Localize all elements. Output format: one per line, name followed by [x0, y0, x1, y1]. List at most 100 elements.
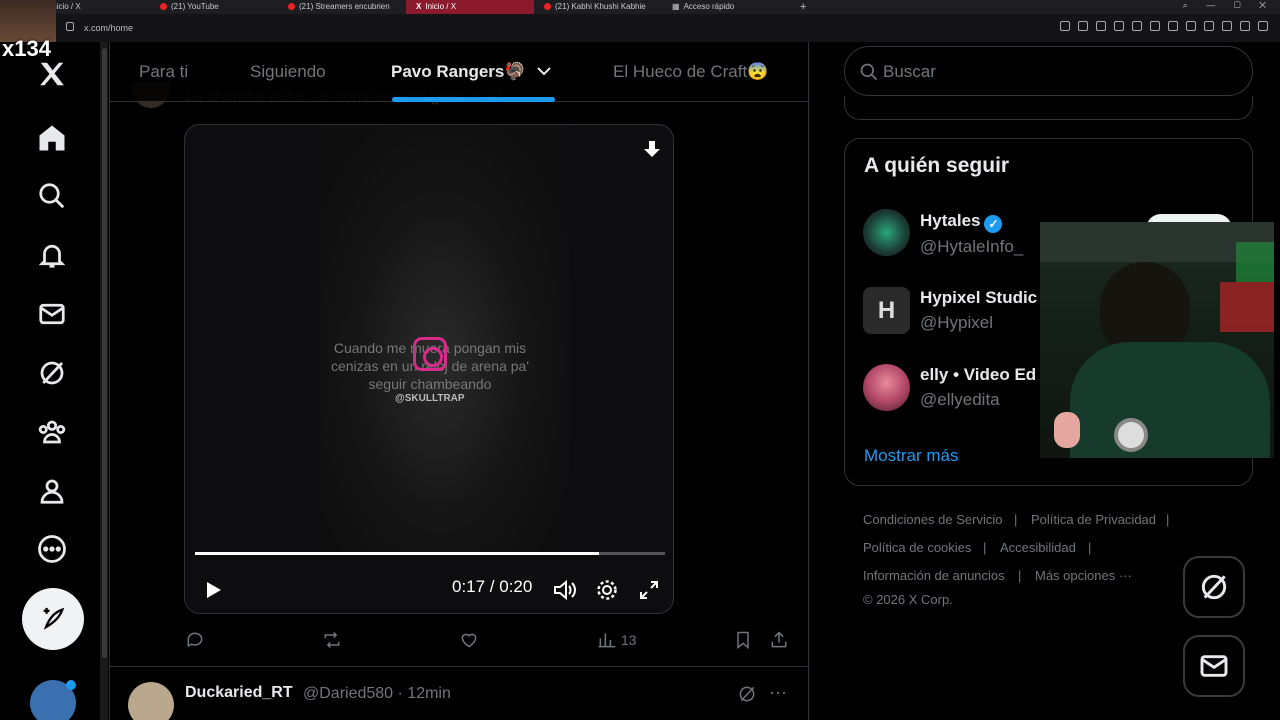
- repost-icon[interactable]: [322, 630, 342, 653]
- x-logo-icon[interactable]: [30, 52, 74, 96]
- footer-terms-link[interactable]: Condiciones de Servicio: [863, 512, 1002, 527]
- browser-tab[interactable]: (21) Kabhi Khushi Kabhie: [534, 0, 662, 14]
- next-post-author-name[interactable]: Duckaried_RT: [185, 684, 293, 702]
- active-tab-indicator: [392, 97, 555, 102]
- share-icon[interactable]: [769, 630, 789, 653]
- next-post-time: · 12min: [397, 685, 451, 702]
- envelope-icon: [1200, 655, 1228, 677]
- suggestion-avatar[interactable]: [863, 364, 910, 411]
- chevron-down-icon[interactable]: [536, 64, 552, 78]
- tab-el-hueco-de-craft[interactable]: El Hueco de Craft😨: [613, 62, 768, 82]
- download-arrow-icon[interactable]: [641, 139, 663, 161]
- next-post-avatar[interactable]: [128, 682, 174, 720]
- messages-floating-button[interactable]: [1183, 635, 1245, 697]
- suggestion-name[interactable]: Hytales ✓: [920, 211, 1003, 233]
- tab-para-ti[interactable]: Para ti: [139, 62, 188, 82]
- browser-tab-label: Acceso rápido: [683, 2, 735, 11]
- communities-icon[interactable]: [30, 410, 74, 454]
- scrollbar-thumb[interactable]: [102, 48, 107, 658]
- notification-dot: [66, 680, 76, 690]
- webcam-green-light: [1236, 242, 1274, 282]
- grok-post-icon[interactable]: [737, 684, 757, 709]
- video-time: 0:17 / 0:20: [452, 577, 533, 596]
- browser-tab-label: Inicio / X: [425, 2, 457, 11]
- notifications-bell-icon[interactable]: [30, 233, 74, 277]
- home-icon[interactable]: [30, 116, 74, 160]
- profile-icon[interactable]: [30, 469, 74, 513]
- tab-siguiendo[interactable]: Siguiendo: [250, 62, 326, 82]
- footer-divider: |: [1088, 540, 1092, 555]
- suggestion-handle[interactable]: @ellyedita: [920, 390, 1000, 410]
- next-post-handle[interactable]: @Daried580 · 12min: [303, 685, 451, 703]
- like-heart-icon[interactable]: [459, 630, 479, 653]
- download-icon[interactable]: [1222, 21, 1232, 31]
- search-icon: [860, 63, 878, 81]
- messages-envelope-icon[interactable]: [30, 292, 74, 336]
- menu-icon[interactable]: [1258, 21, 1268, 31]
- play-icon[interactable]: [1132, 21, 1142, 31]
- browser-tab-label: (21) YouTube: [171, 2, 219, 11]
- post-divider: [110, 666, 808, 667]
- browser-tab-label: (21) Kabhi Khushi Kabhie: [555, 2, 646, 11]
- x-tab-icon: X: [416, 2, 422, 11]
- grok-icon: [1201, 574, 1227, 600]
- bookmark-icon[interactable]: [1078, 21, 1088, 31]
- footer-privacy-link[interactable]: Política de Privacidad: [1031, 512, 1156, 527]
- who-to-follow-title: A quién seguir: [864, 154, 1010, 177]
- address-bar[interactable]: x.com/home: [0, 14, 1280, 42]
- volume-icon[interactable]: [553, 579, 577, 601]
- footer-divider: |: [1018, 568, 1022, 583]
- suggestion-avatar[interactable]: H: [863, 287, 910, 334]
- tab-pavo-rangers[interactable]: Pavo Rangers🦃: [391, 62, 526, 82]
- footer-copyright: © 2026 X Corp.: [863, 592, 953, 607]
- more-options-icon[interactable]: ···: [769, 682, 787, 703]
- account-icon[interactable]: [1204, 21, 1214, 31]
- search-input[interactable]: Buscar: [844, 46, 1253, 96]
- browser-tab-active[interactable]: X Inicio / X: [406, 0, 534, 14]
- footer-ads-link[interactable]: Información de anuncios: [863, 568, 1005, 583]
- webcam-person-body: [1070, 342, 1270, 458]
- footer-accessibility-link[interactable]: Accesibilidad: [1000, 540, 1076, 555]
- suggestion-name[interactable]: Hypixel Studic: [920, 288, 1037, 308]
- extensions-icon[interactable]: [1186, 21, 1196, 31]
- fullscreen-icon[interactable]: [639, 580, 659, 600]
- footer-more-options[interactable]: Más opciones ···: [1035, 568, 1132, 583]
- more-circle-icon[interactable]: [30, 527, 74, 571]
- new-tab-button[interactable]: +: [790, 0, 830, 14]
- video-player[interactable]: Cuando me muera pongan mis cenizas en un…: [184, 124, 674, 614]
- ai-icon[interactable]: [1240, 21, 1250, 31]
- reader-icon[interactable]: [1096, 21, 1106, 31]
- search-placeholder: Buscar: [883, 62, 936, 81]
- bookmark-icon[interactable]: [733, 630, 753, 653]
- screenshot-icon[interactable]: [1114, 21, 1124, 31]
- settings-gear-icon[interactable]: [596, 579, 618, 601]
- heart-icon[interactable]: [1168, 21, 1178, 31]
- show-more-link[interactable]: Mostrar más: [864, 446, 958, 466]
- browser-tab[interactable]: (21) YouTube: [150, 0, 278, 14]
- suggestion-handle[interactable]: @HytaleInfo_: [920, 237, 1023, 257]
- grok-floating-button[interactable]: [1183, 556, 1245, 618]
- footer-cookies-link[interactable]: Política de cookies: [863, 540, 971, 555]
- reply-icon[interactable]: [185, 630, 205, 653]
- suggestion-name-text: Hytales: [920, 211, 981, 230]
- suggestion-name[interactable]: elly • Video Ed: [920, 365, 1036, 385]
- pocket-icon[interactable]: [1150, 21, 1160, 31]
- play-icon[interactable]: [203, 580, 223, 600]
- suggestion-handle[interactable]: @Hypixel: [920, 313, 993, 333]
- zoom-icon[interactable]: [1060, 21, 1070, 31]
- window-controls[interactable]: ⌕ — ▢ ✕: [1183, 0, 1274, 11]
- url-text[interactable]: x.com/home: [84, 23, 133, 33]
- views-count: 13: [621, 632, 637, 648]
- browser-toolbar: [1060, 21, 1268, 31]
- browser-tab[interactable]: (21) Streamers encubrien: [278, 0, 406, 14]
- streamer-webcam-overlay: [1040, 222, 1274, 458]
- youtube-icon: [288, 3, 295, 10]
- grok-icon[interactable]: [30, 351, 74, 395]
- views-button[interactable]: 13: [597, 630, 637, 650]
- webcam-chair: [1220, 282, 1274, 332]
- browser-tab[interactable]: ▦ Acceso rápido: [662, 0, 790, 14]
- suggestion-avatar[interactable]: [863, 209, 910, 256]
- post-button[interactable]: [22, 588, 84, 650]
- search-icon[interactable]: [30, 174, 74, 218]
- views-bar-chart-icon: [598, 633, 616, 648]
